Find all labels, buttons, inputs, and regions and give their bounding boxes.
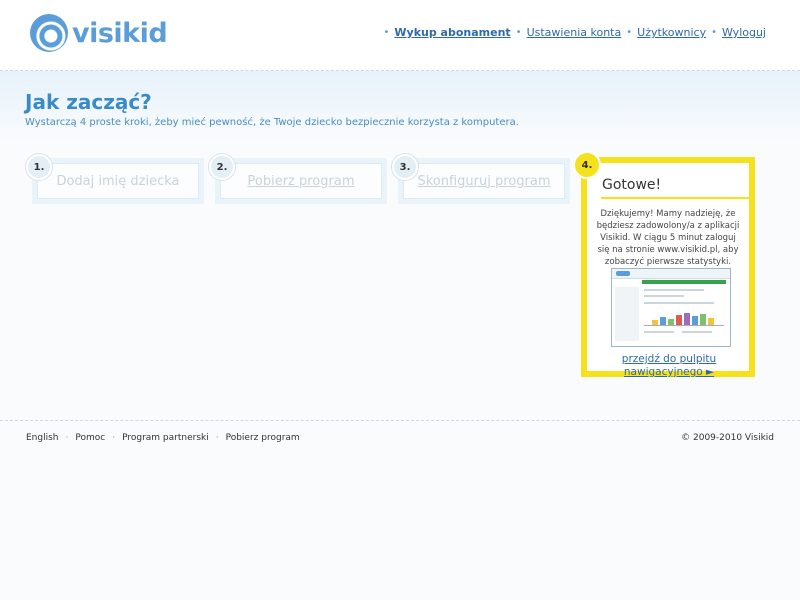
preview-chart-axis xyxy=(644,325,724,326)
step-4-card: Gotowe! Dziękujemy! Mamy nadzieję, że bę… xyxy=(573,151,755,378)
footer-link-partner-program[interactable]: Program partnerski xyxy=(122,433,209,443)
top-navigation: • Wykup abonament • Ustawienia konta • U… xyxy=(378,26,766,39)
preview-line xyxy=(682,331,712,333)
step-2-badge: 2. xyxy=(209,154,235,180)
step-2-card: Pobierz program 2. xyxy=(209,154,387,204)
nav-separator: • xyxy=(515,27,522,38)
footer-link-download[interactable]: Pobierz program xyxy=(226,433,300,443)
footer-separator: · xyxy=(112,433,116,443)
preview-line xyxy=(644,289,704,291)
nav-link-users[interactable]: Użytkownicy xyxy=(637,26,706,39)
step-4-description: Dziękujemy! Mamy nadzieję, że będziesz z… xyxy=(596,209,740,267)
nav-separator: • xyxy=(383,27,390,38)
footer-link-help[interactable]: Pomoc xyxy=(75,433,105,443)
step-4-divider xyxy=(601,197,751,199)
go-to-dashboard-link[interactable]: przejdź do pulpitu nawigacyjnego ► xyxy=(591,353,747,379)
header: visikid • Wykup abonament • Ustawienia k… xyxy=(0,0,800,70)
nav-link-logout[interactable]: Wyloguj xyxy=(722,26,766,39)
step-1-label: Dodaj imię dziecka xyxy=(56,173,180,189)
visikid-logo-icon xyxy=(30,14,68,52)
logo-text: visikid xyxy=(72,17,168,49)
step-4-box: Gotowe! Dziękujemy! Mamy nadzieję, że bę… xyxy=(587,163,751,378)
footer-separator: · xyxy=(215,433,219,443)
step-3-card: Skonfiguruj program 3. xyxy=(392,154,570,204)
nav-separator: • xyxy=(626,27,633,38)
step-1-badge: 1. xyxy=(26,154,52,180)
preview-logo xyxy=(616,271,630,276)
nav-link-account-settings[interactable]: Ustawienia konta xyxy=(527,26,622,39)
footer-link-english[interactable]: English xyxy=(26,433,59,443)
nav-separator: • xyxy=(711,27,717,38)
step-3-box: Skonfiguruj program xyxy=(403,163,565,199)
page-subtitle: Wystarczą 4 proste kroki, żeby mieć pewn… xyxy=(25,117,519,128)
dashboard-preview-image xyxy=(611,268,731,347)
step-3-badge: 3. xyxy=(392,154,418,180)
footer-links: English · Pomoc · Program partnerski · P… xyxy=(26,433,300,443)
preview-line xyxy=(644,331,674,333)
footer-divider xyxy=(0,420,800,421)
step-1-box: Dodaj imię dziecka xyxy=(37,163,199,199)
footer-separator: · xyxy=(65,433,69,443)
preview-line xyxy=(644,295,684,297)
step-2-box: Pobierz program xyxy=(220,163,382,199)
page-title: Jak zacząć? xyxy=(25,90,152,114)
nav-link-buy-subscription[interactable]: Wykup abonament xyxy=(394,26,510,39)
preview-tabs xyxy=(642,280,726,284)
step-4-badge: 4. xyxy=(573,151,601,179)
step-1-card: Dodaj imię dziecka 1. xyxy=(26,154,204,204)
preview-sidebar xyxy=(615,287,639,341)
preview-line xyxy=(644,302,714,304)
step-4-title: Gotowe! xyxy=(602,177,662,193)
visikid-logo[interactable]: visikid xyxy=(30,13,168,53)
step-3-link[interactable]: Skonfiguruj program xyxy=(417,174,550,189)
step-2-link[interactable]: Pobierz program xyxy=(248,174,355,189)
copyright: © 2009-2010 Visikid xyxy=(681,433,774,443)
